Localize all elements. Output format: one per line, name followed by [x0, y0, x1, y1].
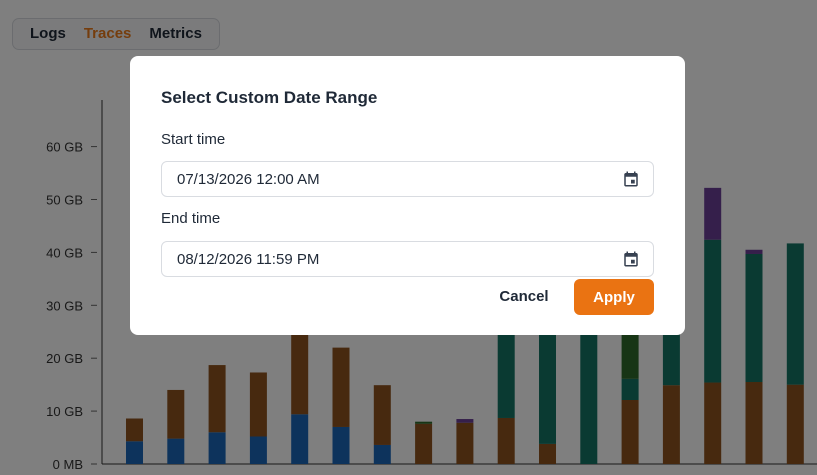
start-time-field[interactable]: 07/13/2026 12:00 AM [161, 161, 654, 197]
calendar-icon[interactable] [622, 250, 640, 268]
cancel-button[interactable]: Cancel [485, 279, 563, 313]
start-time-value[interactable]: 07/13/2026 12:00 AM [177, 171, 320, 188]
start-time-label: Start time [161, 131, 226, 148]
end-time-value[interactable]: 08/12/2026 11:59 PM [177, 251, 319, 268]
custom-date-range-dialog: Select Custom Date Range Start time 07/1… [130, 56, 685, 335]
end-time-label: End time [161, 210, 221, 227]
dialog-title: Select Custom Date Range [161, 88, 378, 107]
apply-button[interactable]: Apply [574, 279, 654, 315]
end-time-field[interactable]: 08/12/2026 11:59 PM [161, 241, 654, 277]
calendar-icon[interactable] [622, 170, 640, 188]
